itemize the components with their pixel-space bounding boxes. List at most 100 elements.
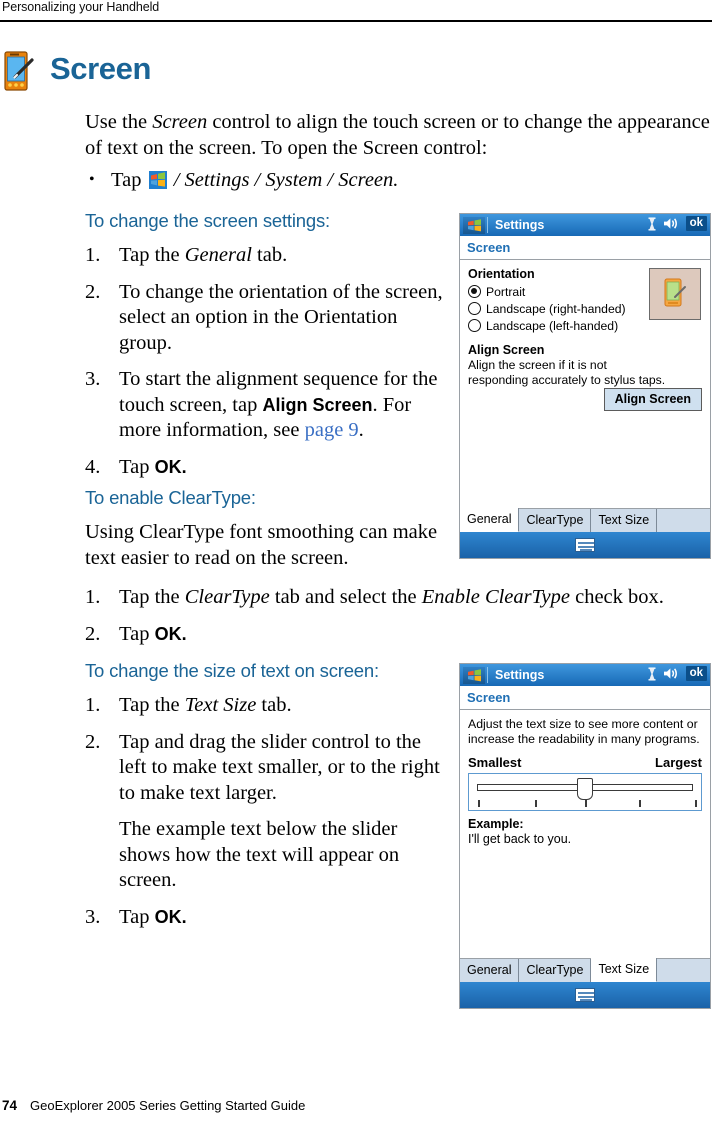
- device-screenshot-general: Settings ok Screen Orientation Portrait …: [459, 213, 711, 559]
- device-title: Settings: [495, 668, 545, 682]
- speaker-icon[interactable]: [663, 667, 679, 680]
- pda-stylus-icon: [2, 50, 40, 94]
- section-heading: To change the screen settings:: [85, 210, 330, 231]
- step-em: ClearType: [184, 586, 270, 608]
- tab-cleartype[interactable]: ClearType: [519, 509, 592, 532]
- step-post: tab.: [251, 244, 288, 266]
- step-em: Text Size: [184, 694, 257, 716]
- guide-title: GeoExplorer 2005 Series Getting Started …: [30, 1098, 306, 1113]
- align-screen-description: Align the screen if it is not responding…: [468, 358, 666, 387]
- step-post: tab.: [256, 694, 292, 716]
- step-post: .: [358, 419, 364, 441]
- slider-max-label: Largest: [655, 755, 702, 770]
- slider-tick: [695, 800, 697, 807]
- list-item: Tap the ClearType tab and select the Ena…: [85, 585, 710, 611]
- device-subtitle: Screen: [467, 690, 511, 705]
- radio-button[interactable]: [468, 319, 481, 332]
- ok-button[interactable]: ok: [685, 666, 707, 681]
- step-em: General: [184, 244, 252, 266]
- step-strong: OK.: [154, 456, 187, 477]
- windows-start-icon: [148, 171, 167, 189]
- tab-text-size[interactable]: Text Size: [591, 509, 658, 532]
- radio-label: Landscape (left-handed): [486, 318, 619, 333]
- step-post: check box.: [569, 586, 664, 608]
- step-text: To change the orientation of the screen,…: [119, 280, 443, 354]
- orientation-preview-icon: [649, 268, 701, 320]
- step-strong: Align Screen: [262, 394, 373, 415]
- list-item: To start the alignment sequence for the …: [85, 367, 445, 444]
- list-item: To change the orientation of the screen,…: [85, 280, 445, 357]
- device-content-general: Orientation Portrait Landscape (right-ha…: [460, 260, 710, 508]
- step-strong: OK.: [154, 907, 187, 927]
- list-item: Tap the General tab.: [85, 243, 445, 269]
- tab-text-size[interactable]: Text Size: [591, 958, 658, 982]
- step-text: Tap the: [119, 586, 185, 608]
- device-taskbar: [460, 982, 710, 1008]
- slider-tick: [639, 800, 641, 807]
- speaker-icon[interactable]: [663, 217, 679, 230]
- device-screenshot-textsize: Settings ok Screen Adjust the text size …: [459, 663, 711, 1009]
- bullet-path: / Settings / System / Screen.: [173, 169, 399, 191]
- device-subtitle: Screen: [467, 240, 511, 255]
- text-size-slider[interactable]: [468, 773, 702, 811]
- tab-general[interactable]: General: [460, 959, 520, 982]
- slider-thumb[interactable]: [577, 778, 593, 800]
- keyboard-icon[interactable]: [575, 988, 595, 1002]
- titlebar-divider: [487, 667, 488, 683]
- list-item: Tap OK.: [85, 905, 450, 931]
- step-text: Tap the: [119, 694, 185, 716]
- keyboard-icon[interactable]: [575, 538, 595, 552]
- section-2-intro: Using ClearType font smoothing can make …: [85, 521, 438, 569]
- windows-start-icon[interactable]: [463, 216, 485, 234]
- section-3: To change the size of text on screen: Ta…: [85, 660, 450, 905]
- bullet-tap-label: Tap: [111, 169, 142, 191]
- slider-tick: [535, 800, 537, 807]
- chapter-title-block: Screen: [2, 50, 402, 96]
- align-screen-button[interactable]: Align Screen: [603, 388, 702, 411]
- titlebar-status-area: ok: [648, 216, 707, 231]
- radio-button[interactable]: [468, 302, 481, 315]
- hourglass-icon: [648, 217, 656, 231]
- device-subtitle-bar: Screen: [460, 686, 710, 710]
- hourglass-icon: [648, 667, 656, 681]
- textsize-description: Adjust the text size to see more content…: [468, 717, 700, 746]
- windows-start-icon[interactable]: [463, 666, 485, 684]
- step-text: Tap the: [119, 244, 185, 266]
- ok-button[interactable]: ok: [685, 216, 707, 231]
- section-3-last-step: Tap OK.: [85, 905, 450, 931]
- section-2-heading-wrap: To enable ClearType: Using ClearType fon…: [85, 487, 445, 571]
- slider-endpoint-labels: Smallest Largest: [468, 755, 702, 770]
- step-text: Tap: [119, 906, 155, 928]
- tab-general[interactable]: General: [460, 508, 520, 532]
- tap-path-bullet: Tap / Settings / System / Screen.: [85, 167, 710, 194]
- tab-cleartype[interactable]: ClearType: [519, 959, 592, 982]
- tab-filler: [657, 959, 710, 982]
- section-heading: To change the size of text on screen:: [85, 660, 379, 681]
- list-item: The example text below the slider shows …: [85, 817, 450, 894]
- device-content-textsize: Adjust the text size to see more content…: [460, 710, 710, 958]
- list-item: Tap / Settings / System / Screen.: [85, 167, 710, 194]
- section-2-steps: Tap the ClearType tab and select the Ena…: [85, 585, 710, 647]
- section-heading: To enable ClearType:: [85, 487, 256, 508]
- step-text: Tap and drag the slider control to the l…: [119, 730, 440, 804]
- intro-paragraph: Use the Screen control to align the touc…: [85, 110, 710, 161]
- list-item: Tap OK.: [85, 455, 445, 481]
- radio-button[interactable]: [468, 285, 481, 298]
- device-tabs-general: General ClearType Text Size: [460, 508, 710, 532]
- radio-label: Landscape (right-handed): [486, 301, 626, 316]
- page-link[interactable]: page 9: [305, 419, 359, 441]
- intro-text-em: Screen: [152, 111, 208, 133]
- step-text: Tap: [119, 622, 155, 645]
- running-header: Personalizing your Handheld: [2, 0, 160, 14]
- titlebar-status-area: ok: [648, 666, 707, 681]
- page-number: 74: [2, 1098, 18, 1113]
- example-text: I'll get back to you.: [468, 832, 572, 846]
- list-item: Tap OK.: [85, 622, 710, 648]
- example-label: Example:: [468, 817, 524, 831]
- device-subtitle-bar: Screen: [460, 236, 710, 260]
- titlebar-divider: [487, 217, 488, 233]
- step-strong: OK.: [154, 623, 187, 644]
- align-screen-heading: Align Screen: [468, 343, 545, 357]
- device-titlebar: Settings ok: [460, 214, 710, 236]
- page-title: Screen: [50, 51, 151, 86]
